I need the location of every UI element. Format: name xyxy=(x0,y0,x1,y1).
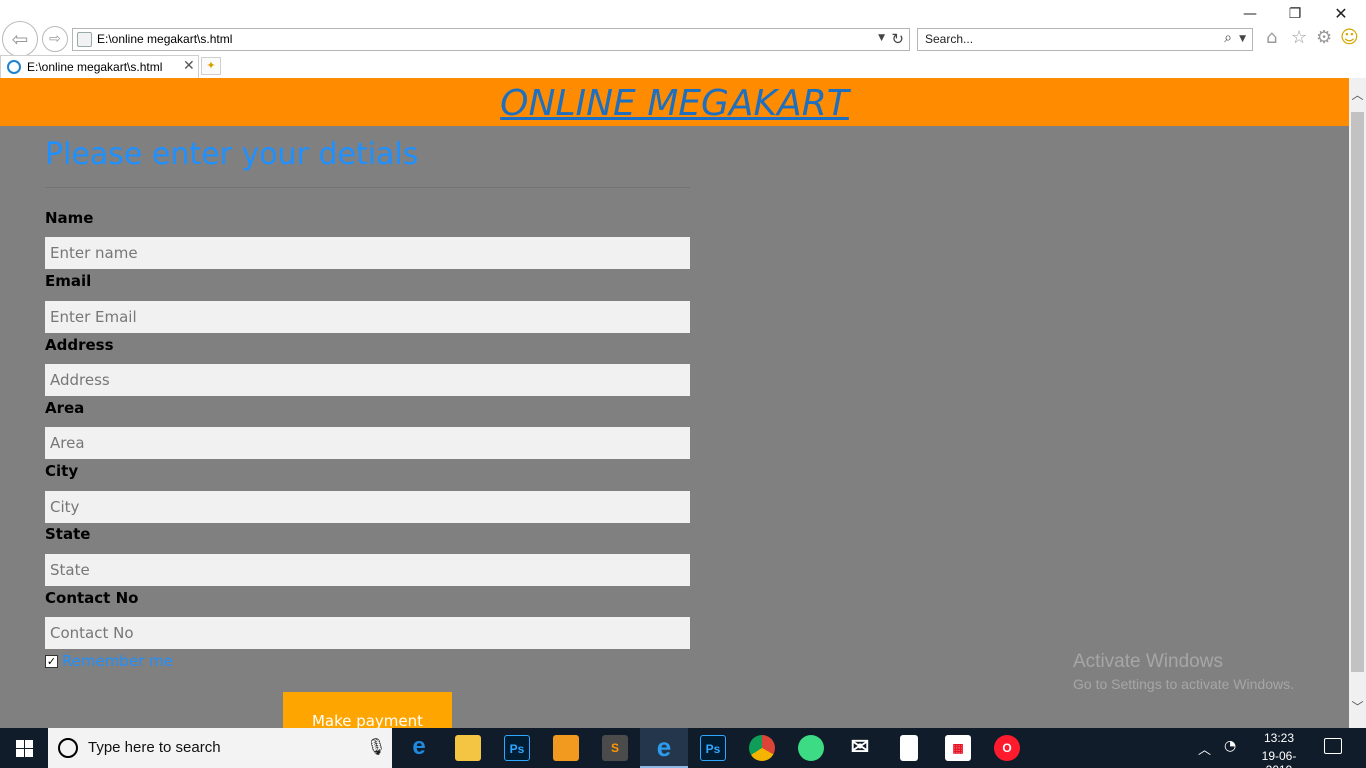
browser-chrome: ⇦ ⇨ E:\online megakart\s.html ▼ ↻ Search… xyxy=(0,0,1366,78)
divider xyxy=(45,187,690,188)
arrow-left-icon: ⇦ xyxy=(11,27,29,51)
form-title: Please enter your detials xyxy=(45,137,419,172)
area-label: Area xyxy=(45,399,85,417)
forward-button[interactable]: ⇨ xyxy=(42,26,68,52)
vertical-scrollbar[interactable]: ︿ ﹀ xyxy=(1349,78,1366,728)
windows-logo-icon xyxy=(24,739,33,748)
file-explorer-icon[interactable] xyxy=(455,735,481,761)
new-tab-icon: ✦ xyxy=(206,59,216,72)
name-label: Name xyxy=(45,209,94,227)
sublime-text-icon[interactable]: S xyxy=(602,735,628,761)
state-field[interactable] xyxy=(45,554,690,586)
page-viewport: ONLINE MEGAKART Please enter your detial… xyxy=(0,78,1349,728)
address-label: Address xyxy=(45,336,114,354)
star-icon[interactable]: ☆ xyxy=(1291,27,1307,49)
address-text[interactable]: E:\online megakart\s.html xyxy=(97,32,232,46)
city-label: City xyxy=(45,462,79,480)
clock-date[interactable]: 19-06-2019 xyxy=(1249,749,1309,768)
address-field[interactable] xyxy=(45,364,690,396)
name-field[interactable] xyxy=(45,237,690,269)
contact-field[interactable] xyxy=(45,617,690,649)
gear-icon[interactable]: ⚙ xyxy=(1316,27,1332,49)
uc-browser-icon[interactable] xyxy=(553,735,579,761)
remember-label[interactable]: Remember me xyxy=(62,652,173,670)
state-label: State xyxy=(45,525,91,543)
file-icon[interactable] xyxy=(900,735,918,761)
restore-button[interactable]: ❐ xyxy=(1280,2,1310,26)
arrow-right-icon: ⇨ xyxy=(49,31,61,47)
edge-icon[interactable]: e xyxy=(406,735,432,761)
home-icon[interactable]: ⌂ xyxy=(1266,27,1277,49)
taskbar-search-input[interactable]: Type here to search xyxy=(88,739,221,756)
wifi-icon[interactable]: ◔ xyxy=(1224,738,1236,754)
start-button[interactable] xyxy=(0,728,48,768)
make-payment-button[interactable]: Make payment xyxy=(283,692,452,728)
watermark-title: Activate Windows xyxy=(1073,651,1223,672)
taskbar: Type here to search 🎙 e Ps S e Ps ✉ ▦ O … xyxy=(0,728,1366,768)
scroll-down-icon[interactable]: ﹀ xyxy=(1349,698,1366,715)
windows-logo-icon xyxy=(15,748,24,757)
city-field[interactable] xyxy=(45,491,690,523)
chevron-down-icon[interactable]: ▼ xyxy=(878,33,885,43)
minimize-button[interactable]: — xyxy=(1235,2,1265,26)
cortana-icon xyxy=(58,738,78,758)
email-field[interactable] xyxy=(45,301,690,333)
chevron-down-icon[interactable]: ▼ xyxy=(1239,34,1246,44)
opera-icon[interactable]: O xyxy=(994,735,1020,761)
remember-me[interactable]: ✓ Remember me xyxy=(45,652,173,670)
chrome-icon[interactable] xyxy=(749,735,775,761)
page-icon xyxy=(77,32,92,47)
refresh-icon[interactable]: ↻ xyxy=(891,30,904,48)
tab-active[interactable]: E:\online megakart\s.html ✕ xyxy=(0,55,199,78)
remember-checkbox[interactable]: ✓ xyxy=(45,654,58,668)
photoshop-icon[interactable]: Ps xyxy=(504,735,530,761)
taskbar-search[interactable]: Type here to search 🎙 xyxy=(48,728,392,768)
search-input[interactable]: Search... xyxy=(925,32,973,46)
address-bar[interactable]: E:\online megakart\s.html ▼ ↻ xyxy=(72,28,910,51)
header-banner: ONLINE MEGAKART xyxy=(0,78,1349,126)
ie-icon xyxy=(7,60,21,74)
store-icon[interactable]: ▦ xyxy=(945,735,971,761)
scroll-up-icon[interactable]: ︿ xyxy=(1349,86,1366,103)
microphone-icon[interactable]: 🎙 xyxy=(366,737,386,756)
mail-icon[interactable]: ✉ xyxy=(847,735,873,761)
photoshop-icon[interactable]: Ps xyxy=(700,735,726,761)
close-button[interactable]: ✕ xyxy=(1326,2,1356,26)
windows-logo-icon xyxy=(24,748,33,757)
chevron-up-icon[interactable]: ︿ xyxy=(1198,739,1211,758)
clock-time[interactable]: 13:23 xyxy=(1249,731,1309,745)
smiley-icon[interactable]: ☺ xyxy=(1340,27,1359,49)
notification-icon[interactable] xyxy=(1324,738,1342,754)
area-field[interactable] xyxy=(45,427,690,459)
new-tab-button[interactable]: ✦ xyxy=(201,57,221,75)
internet-explorer-icon[interactable]: e xyxy=(651,734,677,761)
email-label: Email xyxy=(45,272,92,290)
tab-title: E:\online megakart\s.html xyxy=(27,60,163,74)
contact-label: Contact No xyxy=(45,589,139,607)
close-icon[interactable]: ✕ xyxy=(183,58,195,74)
browser-search-box[interactable]: Search... ⌕ ▼ xyxy=(917,28,1253,51)
search-icon[interactable]: ⌕ xyxy=(1224,30,1232,46)
scroll-thumb[interactable] xyxy=(1351,112,1364,672)
back-button[interactable]: ⇦ xyxy=(2,21,38,57)
windows-logo-icon xyxy=(15,739,24,748)
watermark-subtitle: Go to Settings to activate Windows. xyxy=(1073,676,1294,692)
brand-link[interactable]: ONLINE MEGAKART xyxy=(500,83,849,125)
android-studio-icon[interactable] xyxy=(798,735,824,761)
